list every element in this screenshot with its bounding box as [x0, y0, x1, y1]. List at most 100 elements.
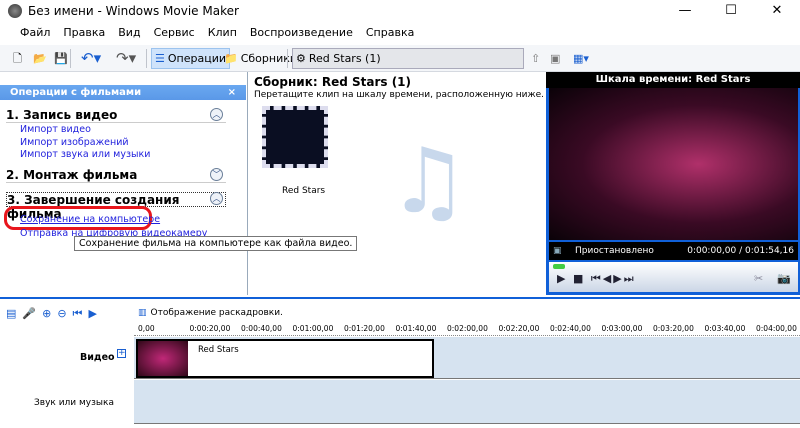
ruler-tick: 0:03:00,00: [601, 324, 643, 333]
expand-track-button[interactable]: +: [117, 349, 126, 358]
ruler-tick: 0:03:20,00: [653, 324, 694, 333]
status-bar: ▣ Приостановлено 0:00:00,00 / 0:01:54,16: [549, 242, 798, 260]
camera-icon[interactable]: 📷: [777, 272, 791, 285]
ruler-tick: 0:00:20,00: [189, 324, 231, 333]
tasks-pane-header: Операции с фильмами ×: [0, 85, 246, 100]
film-music-watermark-icon: ♫: [388, 129, 469, 234]
playback-time: 0:00:00,00 / 0:01:54,16: [687, 246, 794, 256]
preview-title: Шкала времени: Red Stars: [546, 72, 800, 88]
timeline: ▤🎤⊕⊖⏮▶ ▥ Отображение раскадровки. 0,00 0:0…: [0, 297, 800, 428]
storyboard-icon: ▥: [138, 308, 147, 318]
up-level-icon[interactable]: ⇧: [528, 48, 543, 69]
operations-button[interactable]: ☰ Операции: [151, 48, 231, 69]
collection-pane: Сборник: Red Stars (1) Перетащите клип н…: [248, 72, 546, 295]
ruler-tick: 0:01:20,00: [344, 324, 385, 333]
save-icon[interactable]: 💾: [51, 48, 71, 69]
playback-status: Приостановлено: [575, 246, 654, 256]
ruler-tick: 0:02:40,00: [550, 324, 591, 333]
time-ruler[interactable]: 0,00 0:00:20,00 0:00:40,00 0:01:00,00 0:01:2…: [134, 323, 800, 336]
storyboard-label: Отображение раскадровки.: [150, 308, 283, 318]
clip-thumbnail: [138, 341, 188, 376]
menu-clip[interactable]: Клип: [202, 22, 243, 44]
collections-button[interactable]: 📁 Сборники: [221, 48, 300, 69]
audio-track[interactable]: [134, 380, 800, 424]
seek-slider[interactable]: [553, 264, 565, 269]
ruler-tick: 0:02:20,00: [498, 324, 540, 333]
audio-track-label: Звук или музыка: [34, 398, 114, 408]
collapse-icon[interactable]: ︿: [210, 108, 223, 121]
play-timeline-icon[interactable]: ▶: [88, 307, 102, 320]
menu-tools[interactable]: Сервис: [148, 22, 201, 44]
next-icon[interactable]: ⏭: [624, 272, 636, 285]
new-collection-icon[interactable]: ▣: [547, 48, 563, 69]
undo-icon[interactable]: ↶▾: [78, 48, 104, 69]
clip-title: Red Stars: [198, 345, 239, 355]
maximize-button[interactable]: ☐: [708, 0, 754, 22]
tooltip: Сохранение фильма на компьютере как файл…: [74, 236, 358, 251]
operations-label: Операции: [167, 52, 227, 65]
ruler-tick: 0:02:00,00: [447, 324, 488, 333]
tasks-pane: Операции с фильмами × 1. Запись видео ︿ И…: [0, 72, 248, 295]
import-images-link[interactable]: Импорт изображений: [20, 137, 129, 148]
split-icon[interactable]: ✂: [754, 272, 763, 285]
close-button[interactable]: ✕: [754, 0, 800, 22]
ruler-tick: 0:04:00,00: [756, 324, 797, 333]
tasks-close-button[interactable]: ×: [228, 85, 236, 100]
expand-icon[interactable]: ﹀: [210, 168, 223, 181]
views-icon[interactable]: ▦▾: [570, 48, 592, 69]
zoom-out-icon[interactable]: ⊖: [57, 307, 72, 320]
ruler-tick: 0:03:40,00: [704, 324, 746, 333]
collection-select-value: Red Stars (1): [308, 52, 381, 65]
new-file-icon[interactable]: 🗋: [10, 48, 25, 69]
collection-title: Сборник: Red Stars (1): [254, 75, 412, 89]
back-frame-icon[interactable]: ◀: [603, 272, 613, 285]
menu-bar: Файл Правка Вид Сервис Клип Воспроизведе…: [0, 22, 800, 44]
stop-icon[interactable]: ■: [573, 272, 585, 285]
zoom-in-icon[interactable]: ⊕: [42, 307, 57, 320]
app-icon: [8, 4, 22, 18]
folder-icon: 📁: [224, 52, 238, 65]
film-reel-icon: ⚙: [296, 52, 306, 65]
collection-hint: Перетащите клип на шкалу времени, распол…: [254, 90, 545, 100]
redo-icon[interactable]: ↷▾: [113, 48, 139, 69]
list-icon: ☰: [155, 52, 165, 65]
menu-edit[interactable]: Правка: [57, 22, 111, 44]
import-video-link[interactable]: Импорт видео: [20, 124, 91, 135]
menu-playback[interactable]: Воспроизведение: [244, 22, 359, 44]
clip-label[interactable]: Red Stars: [282, 186, 325, 196]
section-edit[interactable]: 2. Монтаж фильма: [6, 168, 226, 183]
preview-monitor: Шкала времени: Red Stars ▣ Приостановлен…: [546, 72, 800, 295]
section-capture[interactable]: 1. Запись видео: [6, 108, 226, 123]
storyboard-toggle-icon[interactable]: ▤: [6, 307, 22, 320]
save-to-computer-link[interactable]: Сохранение на компьютере: [20, 214, 160, 225]
menu-view[interactable]: Вид: [112, 22, 146, 44]
ruler-tick: 0:00:40,00: [241, 324, 282, 333]
fullscreen-icon[interactable]: ▣: [553, 242, 562, 260]
tasks-pane-title: Операции с фильмами: [10, 87, 142, 98]
minimize-button[interactable]: —: [662, 0, 708, 22]
section-finish[interactable]: 3. Завершение создания фильма: [6, 192, 226, 221]
title-bar: Без имени - Windows Movie Maker — ☐ ✕: [0, 0, 800, 22]
collapse-icon[interactable]: ︿: [210, 192, 223, 205]
forward-frame-icon[interactable]: ▶: [613, 272, 623, 285]
narrate-icon[interactable]: 🎤: [22, 307, 42, 320]
playback-controls: ▶ ■ ⏮◀▶⏭ ✂ 📷: [549, 262, 798, 292]
previous-icon[interactable]: ⏮: [591, 272, 603, 285]
menu-help[interactable]: Справка: [360, 22, 420, 44]
window-title: Без имени - Windows Movie Maker: [28, 4, 239, 18]
menu-file[interactable]: Файл: [14, 22, 56, 44]
ruler-tick: 0:01:40,00: [395, 324, 437, 333]
import-audio-link[interactable]: Импорт звука или музыки: [20, 149, 150, 160]
ruler-tick: 0:01:00,00: [292, 324, 334, 333]
timeline-clip[interactable]: Red Stars: [136, 339, 434, 378]
open-folder-icon[interactable]: 📂: [30, 48, 50, 69]
rewind-icon[interactable]: ⏮: [73, 307, 89, 320]
storyboard-button[interactable]: ▥ Отображение раскадровки.: [138, 308, 283, 318]
collections-label: Сборники: [240, 52, 298, 65]
ruler-tick: 0,00: [138, 324, 155, 333]
toolbar: 🗋 📂 💾 ↶▾ ↷▾ ☰ Операции 📁 Сборники ⚙ Red Sta…: [0, 45, 800, 72]
play-icon[interactable]: ▶: [557, 272, 567, 285]
clip-thumbnail[interactable]: [262, 106, 328, 168]
video-track-label: Видео: [80, 352, 115, 363]
collection-select[interactable]: ⚙ Red Stars (1): [292, 48, 524, 69]
